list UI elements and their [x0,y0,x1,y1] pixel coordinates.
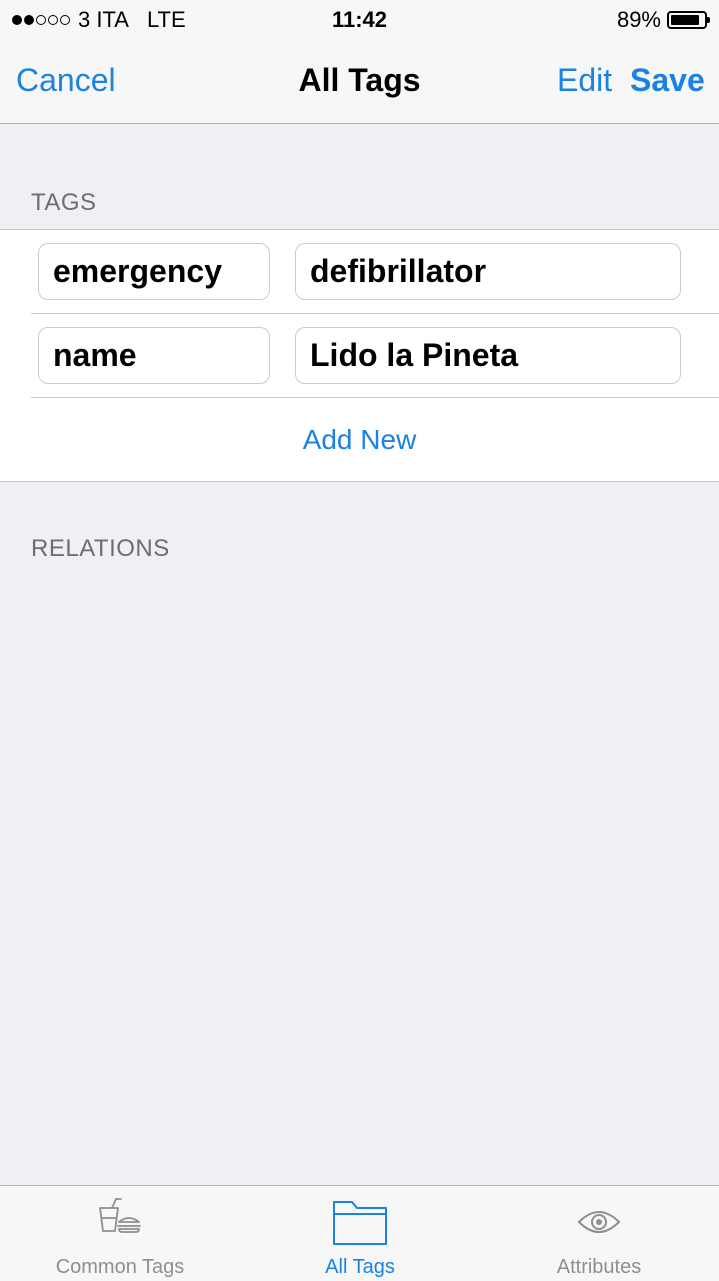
battery-icon [667,11,710,29]
tab-common-tags[interactable]: Common Tags [0,1186,240,1281]
tag-key-field[interactable]: emergency [38,243,270,300]
tab-all-tags[interactable]: All Tags [240,1186,480,1281]
battery-percent: 89% [616,7,661,32]
eye-icon [577,1208,621,1241]
relations-section-header: RELATIONS [31,535,170,562]
tag-row: emergency defibrillator [0,230,719,314]
navigation-bar: Cancel All Tags Edit Save [0,40,719,124]
tab-bar: Common Tags All Tags Attributes [0,1185,719,1281]
battery-fill [671,15,700,25]
drink-food-icon [98,1198,142,1239]
tag-value-field[interactable]: Lido la Pineta [295,327,681,384]
save-button[interactable]: Save [630,62,705,99]
tab-label: All Tags [325,1256,395,1278]
tag-key-field[interactable]: name [38,327,270,384]
tag-value-field[interactable]: defibrillator [295,243,681,300]
tags-section-header: TAGS [31,189,97,216]
tag-row: name Lido la Pineta [0,314,719,398]
edit-button[interactable]: Edit [557,62,612,99]
tags-list: emergency defibrillator name Lido la Pin… [0,229,719,482]
status-bar: 3 ITA LTE 11:42 89% [0,0,719,40]
folder-icon [332,1198,388,1251]
add-new-tag-button[interactable]: Add New [0,398,719,482]
tab-attributes[interactable]: Attributes [479,1186,719,1281]
tab-label: Attributes [556,1256,642,1278]
status-time: 11:42 [331,7,388,32]
tab-label: Common Tags [55,1256,185,1278]
status-right: 89% [616,7,710,33]
